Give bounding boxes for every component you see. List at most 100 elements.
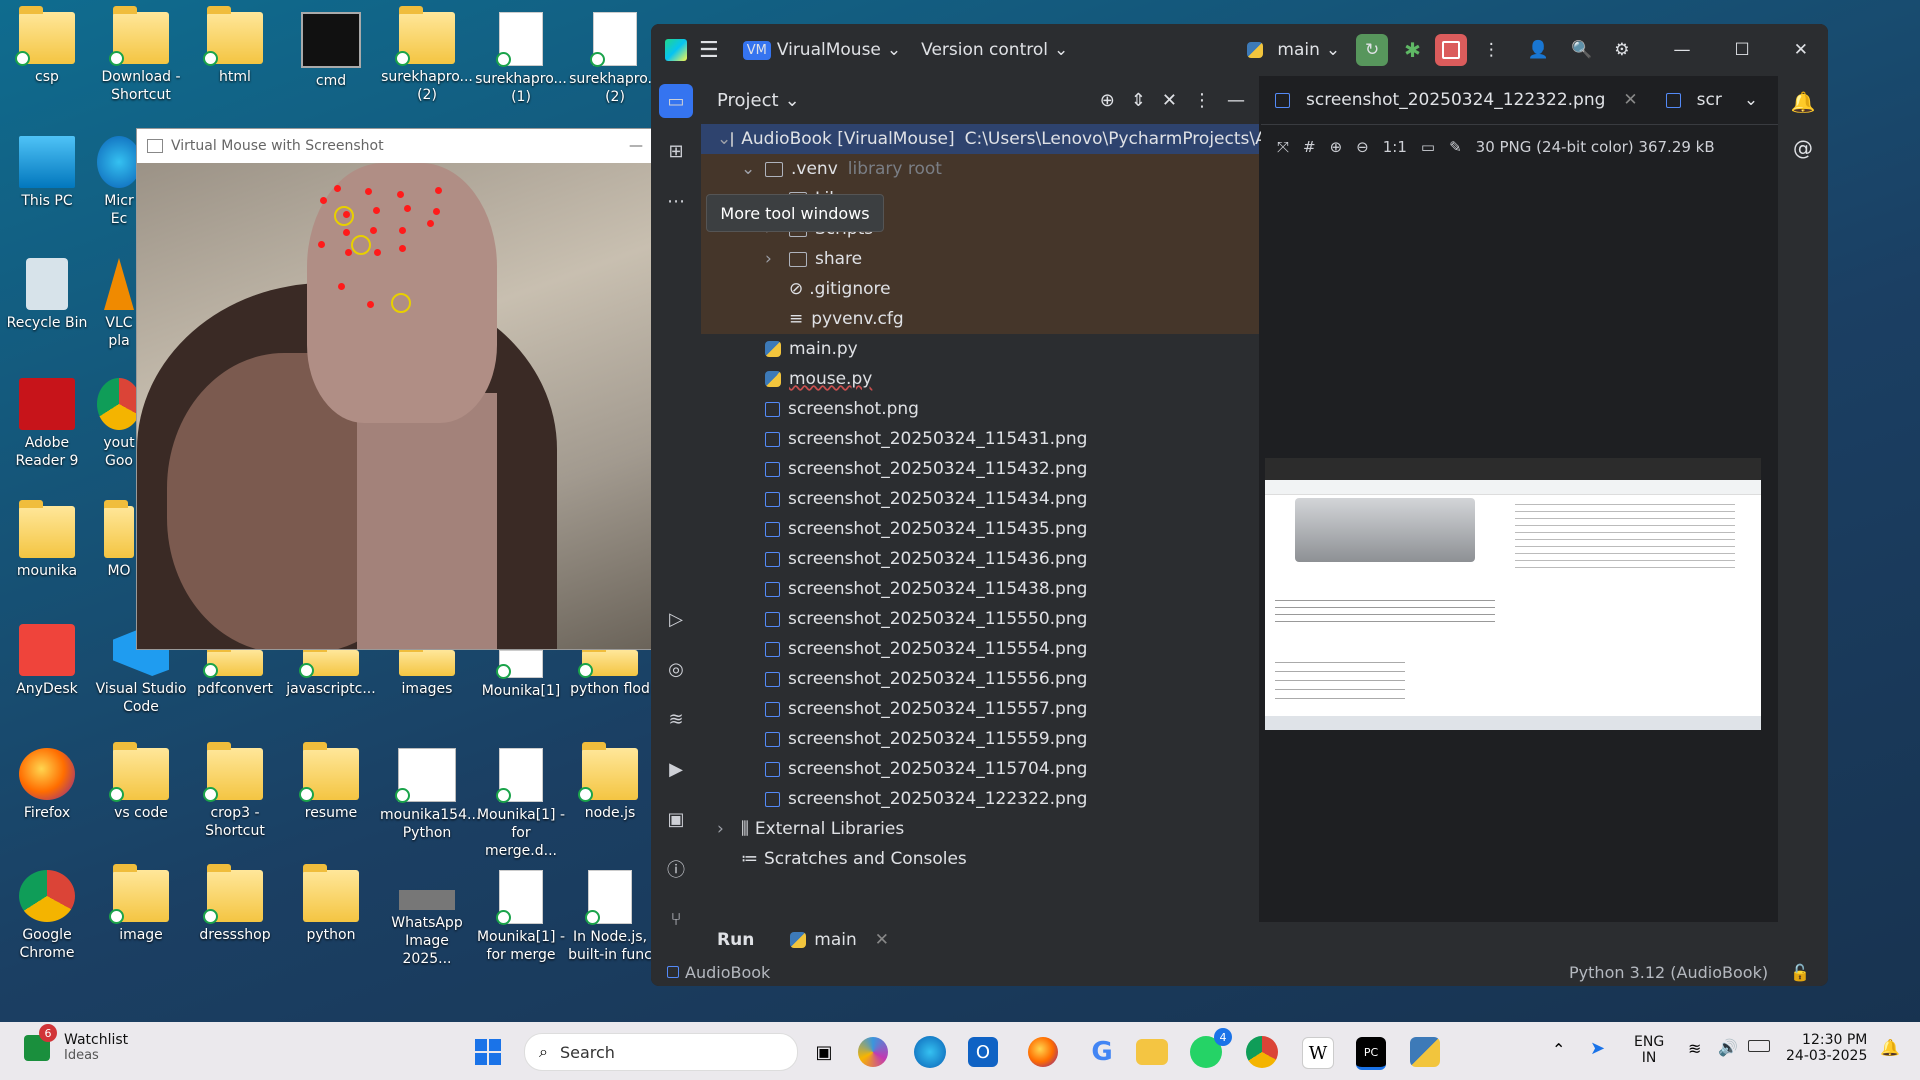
locate-icon[interactable]: ⊕ [1100, 90, 1115, 111]
version-control-menu[interactable]: Version control ⌄ [911, 40, 1078, 60]
tree-item[interactable]: main.py [701, 334, 1259, 364]
status-interpreter[interactable]: Python 3.12 (AudioBook) [1569, 963, 1768, 982]
layers-icon[interactable]: ≋ [659, 702, 693, 736]
desktop-icon[interactable]: mounika [0, 500, 94, 580]
git-icon[interactable]: ⑂ [659, 902, 693, 936]
tree-item[interactable]: screenshot_20250324_115432.png [701, 454, 1259, 484]
desktop-icon[interactable]: Recycle Bin [0, 258, 94, 332]
desktop-icon[interactable]: html [188, 6, 282, 86]
clock[interactable]: 12:30 PM 24-03-2025 [1786, 1032, 1867, 1064]
desktop-icon[interactable]: python [284, 864, 378, 944]
desktop-icon[interactable]: surekhapro... (2) [568, 12, 662, 106]
more-tool-windows-icon[interactable]: ⋯ [659, 184, 693, 218]
desktop-icon[interactable]: python flod [568, 644, 652, 698]
desktop-icon[interactable]: surekhapro... (2) [380, 6, 474, 104]
problems-icon[interactable]: ⓘ [659, 852, 693, 886]
chrome-icon[interactable] [1246, 1036, 1278, 1068]
firefox-icon[interactable] [1028, 1037, 1058, 1067]
editor-tab[interactable]: screenshot_20250324_122322.png ✕ [1261, 90, 1652, 110]
desktop-icon[interactable]: javascriptc... [284, 644, 378, 698]
start-icon[interactable] [468, 1032, 508, 1072]
services-icon[interactable]: ▶ [659, 752, 693, 786]
chevron-right-icon[interactable]: › [765, 249, 789, 269]
search-icon[interactable]: 🔍 [1571, 40, 1592, 60]
notification-bell-icon[interactable]: 🔔 [1880, 1038, 1900, 1057]
pycharm-icon[interactable]: PC [1356, 1037, 1386, 1070]
desktop-icon[interactable]: vs code [94, 742, 188, 822]
hide-icon[interactable]: — [1227, 90, 1245, 111]
fit-icon[interactable]: ⤧ [1277, 138, 1289, 156]
ai-assistant-icon[interactable]: @ [1778, 136, 1828, 160]
more-actions-icon[interactable]: ⋮ [1483, 40, 1500, 60]
file-explorer-icon[interactable] [1136, 1039, 1168, 1065]
tree-item[interactable]: › share [701, 244, 1259, 274]
desktop-icon[interactable]: WhatsApp Image 2025... [380, 870, 474, 968]
tree-item[interactable]: screenshot_20250324_115704.png [701, 754, 1259, 784]
main-menu-icon[interactable]: ☰ [699, 38, 719, 63]
maximize-icon[interactable]: ☐ [1735, 40, 1750, 60]
language-indicator[interactable]: ENG IN [1634, 1034, 1664, 1066]
close-tab-icon[interactable]: ✕ [1623, 90, 1637, 110]
tree-item[interactable]: ≔ Scratches and Consoles [701, 844, 1259, 874]
chevron-down-icon[interactable]: ⌄ [741, 159, 765, 179]
tree-item[interactable]: ⊘ .gitignore [701, 274, 1259, 304]
minimize-icon[interactable]: — [1674, 40, 1691, 60]
collapse-icon[interactable]: ✕ [1162, 90, 1177, 111]
status-project[interactable]: AudioBook [685, 963, 770, 982]
desktop-icon[interactable]: surekhapro... (1) [474, 12, 568, 106]
project-folder-icon[interactable]: ▭ [659, 84, 693, 118]
wikipedia-icon[interactable]: W [1302, 1037, 1334, 1069]
copilot-icon[interactable] [858, 1037, 888, 1067]
tree-item[interactable]: screenshot_20250324_115435.png [701, 514, 1259, 544]
run-icon[interactable]: ▷ [659, 602, 693, 636]
tree-item[interactable]: screenshot_20250324_115550.png [701, 604, 1259, 634]
tree-item[interactable]: screenshot.png [701, 394, 1259, 424]
tree-item[interactable]: screenshot_20250324_122322.png [701, 784, 1259, 814]
project-switcher[interactable]: VM VirualMouse ⌄ [733, 40, 911, 60]
python-console-icon[interactable]: ◎ [659, 652, 693, 686]
chevron-down-icon[interactable]: ⌄ [717, 129, 731, 149]
desktop-icon[interactable]: This PC [0, 136, 94, 210]
desktop-icon[interactable]: images [380, 644, 474, 698]
send-icon[interactable]: ➤ [1590, 1038, 1605, 1059]
rerun-icon[interactable]: ↻ [1356, 34, 1389, 66]
zoom-out-icon[interactable]: ⊖ [1356, 138, 1369, 156]
tree-item[interactable]: screenshot_20250324_115434.png [701, 484, 1259, 514]
desktop-icon[interactable]: image [94, 864, 188, 944]
edge-icon[interactable] [914, 1036, 946, 1068]
notifications-icon[interactable]: 🔔 [1778, 90, 1828, 114]
close-icon[interactable]: ✕ [875, 930, 889, 950]
options-icon[interactable]: ⋮ [1193, 90, 1211, 111]
desktop-icon[interactable]: Mounika[1] - for merge [474, 870, 568, 964]
zoom-in-icon[interactable]: ⊕ [1330, 138, 1343, 156]
lock-icon[interactable]: 🔓 [1790, 963, 1810, 982]
desktop-icon[interactable]: node.js [568, 742, 652, 822]
terminal-icon[interactable]: ▣ [659, 802, 693, 836]
tabs-dropdown-icon[interactable]: ⌄ [1744, 90, 1758, 110]
close-icon[interactable]: ✕ [1794, 40, 1808, 60]
widget-watchlist[interactable]: 6 Watchlist Ideas [24, 1024, 128, 1063]
tree-item[interactable]: screenshot_20250324_115557.png [701, 694, 1259, 724]
window-titlebar[interactable]: Virtual Mouse with Screenshot — [137, 129, 657, 163]
desktop-icon[interactable]: pdfconvert [188, 644, 282, 698]
battery-icon[interactable] [1748, 1040, 1770, 1052]
python-idle-icon[interactable] [1410, 1037, 1440, 1067]
desktop-icon[interactable]: crop3 - Shortcut [188, 742, 282, 840]
tree-item[interactable]: screenshot_20250324_115436.png [701, 544, 1259, 574]
debug-icon[interactable]: ✱ [1404, 38, 1421, 62]
pycharm-window[interactable]: ☰ VM VirualMouse ⌄ Version control ⌄ mai… [651, 24, 1828, 986]
expand-icon[interactable]: ⇕ [1131, 90, 1146, 111]
virtual-mouse-window[interactable]: Virtual Mouse with Screenshot — [136, 128, 658, 650]
tree-item[interactable]: mouse.py [701, 364, 1259, 394]
tree-item[interactable]: screenshot_20250324_115559.png [701, 724, 1259, 754]
chevron-right-icon[interactable]: › [717, 819, 741, 839]
minimize-icon[interactable]: — [629, 138, 643, 154]
branch-selector[interactable]: main ⌄ [1237, 40, 1350, 60]
actual-size-button[interactable]: 1:1 [1383, 138, 1407, 156]
desktop-icon[interactable]: Firefox [0, 748, 94, 822]
structure-icon[interactable]: ⊞ [659, 134, 693, 168]
run-config-tab[interactable]: main [814, 930, 856, 950]
chevron-up-icon[interactable]: ⌃ [1552, 1040, 1565, 1059]
desktop-icon[interactable]: resume [284, 742, 378, 822]
volume-icon[interactable]: 🔊 [1718, 1038, 1738, 1057]
